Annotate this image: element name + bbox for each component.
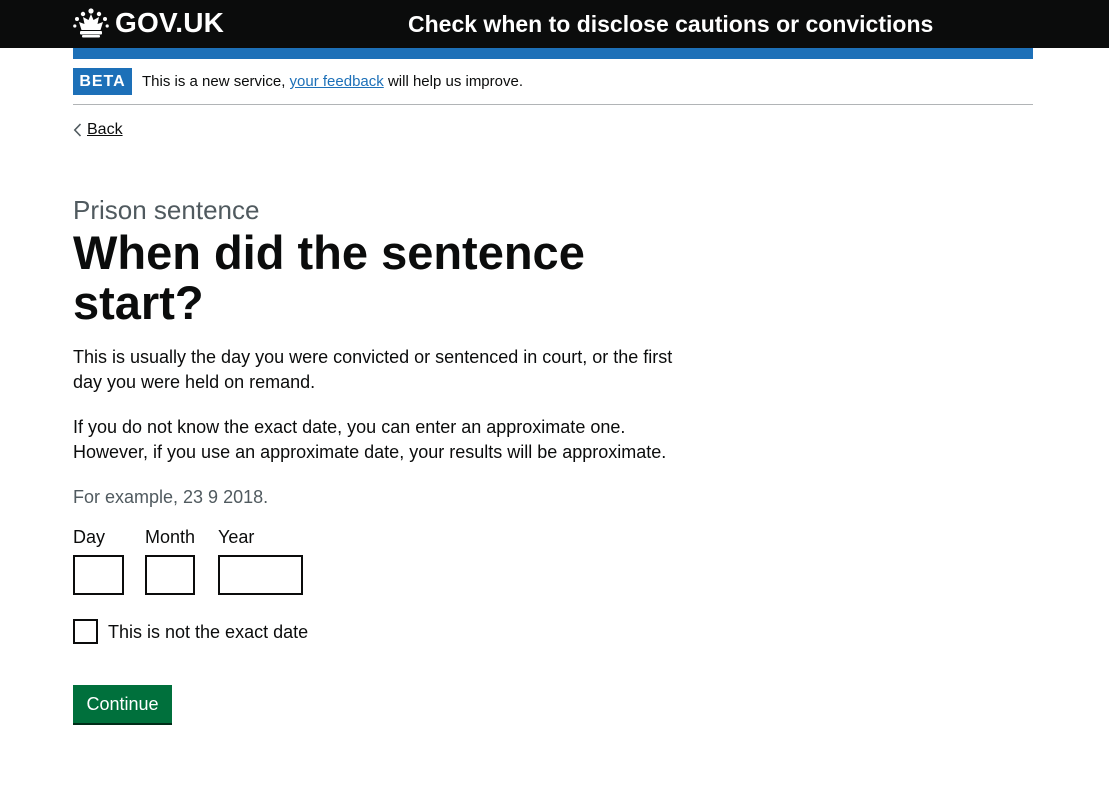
back-link[interactable]: Back [73,120,123,140]
site-header: GOV.UK Check when to disclose cautions o… [0,0,1109,48]
feedback-link[interactable]: your feedback [290,73,384,90]
service-name-link[interactable]: Check when to disclose cautions or convi… [408,10,933,38]
phase-text-before: This is a new service, [142,73,290,90]
back-link-label: Back [87,121,123,138]
beta-tag: BETA [73,68,132,95]
month-input[interactable] [145,555,195,595]
header-blue-bar [73,48,1033,59]
chevron-left-icon [73,123,82,137]
phase-banner-text: This is a new service, your feedback wil… [142,72,523,92]
date-hint: For example, 23 9 2018. [73,487,269,507]
page-title: When did the sentence start? [73,226,585,329]
year-label: Year [218,527,255,547]
year-input[interactable] [218,555,303,595]
phase-banner: BETA This is a new service, your feedbac… [73,68,1033,105]
page-caption: Prison sentence [73,195,260,225]
continue-button[interactable]: Continue [73,685,172,723]
crown-icon [73,8,109,38]
day-input[interactable] [73,555,124,595]
not-exact-date-label[interactable]: This is not the exact date [108,620,308,645]
not-exact-date-checkbox[interactable] [73,619,98,644]
body-paragraph-1: This is usually the day you were convict… [73,347,673,392]
phase-text-after: will help us improve. [383,73,523,90]
day-label: Day [73,527,106,547]
month-label: Month [145,527,196,547]
govuk-logo-text: GOV.UK [115,7,225,38]
govuk-logo-link[interactable]: GOV.UK [73,8,224,38]
body-paragraph-2: If you do not know the exact date, you c… [73,417,667,462]
